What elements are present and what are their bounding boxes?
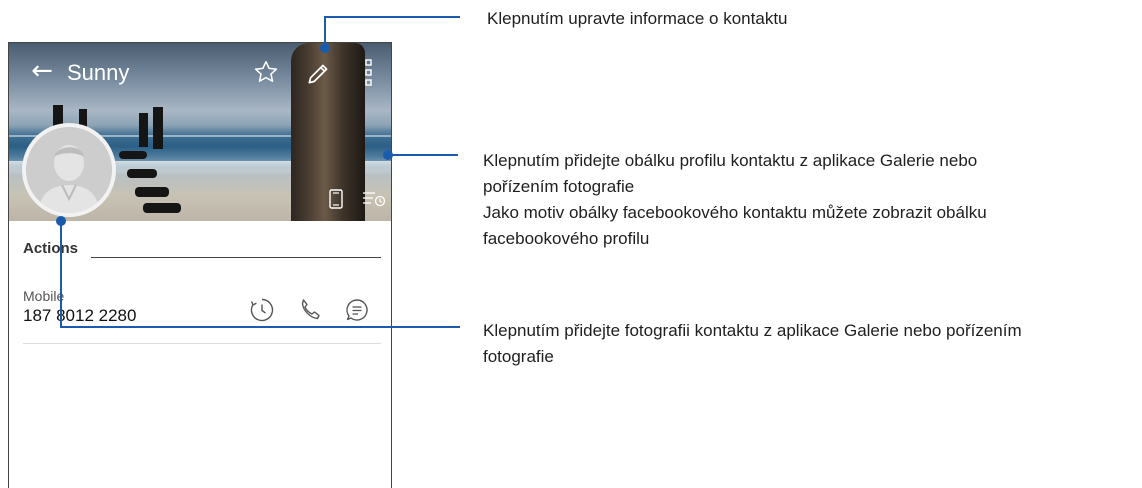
callout-photo-text: Klepnutím přidejte fotografii kontaktu z… (483, 318, 1022, 370)
callout-cover-line: Jako motiv obálky facebookového kontaktu… (483, 203, 987, 222)
phone-type-label: Mobile (23, 288, 65, 304)
call-history-icon[interactable] (249, 297, 275, 323)
callout-cover-text: Klepnutím přidejte obálku profilu kontak… (483, 148, 987, 252)
phone-number[interactable]: 187 8012 2280 (23, 306, 136, 326)
callout-line-photo (60, 326, 460, 328)
more-vertical-icon[interactable] (363, 57, 375, 89)
callout-cover-line: Klepnutím přidejte obálku profilu kontak… (483, 151, 978, 170)
callout-photo-line: fotografie (483, 347, 554, 366)
phone-call-icon[interactable] (297, 297, 323, 323)
star-outline-icon[interactable] (253, 59, 279, 85)
list-history-icon[interactable] (361, 189, 387, 207)
callout-photo-line: Klepnutím přidejte fotografii kontaktu z… (483, 321, 1022, 340)
pier-post (153, 107, 163, 149)
section-title: Actions (23, 240, 79, 257)
message-icon[interactable] (344, 297, 370, 323)
callout-edit-line: Klepnutím upravte informace o kontaktu (487, 9, 788, 28)
arrow-left-icon[interactable]: ← (29, 57, 55, 85)
callout-line-photo (60, 222, 62, 328)
pier-post (127, 169, 157, 178)
default-person-icon (26, 127, 112, 213)
pier-post (135, 187, 169, 197)
callout-dot-edit (320, 43, 330, 53)
pencil-icon[interactable] (305, 61, 331, 87)
device-icon[interactable] (329, 189, 343, 209)
callout-edit-text: Klepnutím upravte informace o kontaktu (487, 6, 788, 32)
contact-detail-screen: ← Sunny Actions Mobile 187 8012 2280 (8, 42, 392, 488)
pier-post (119, 151, 147, 159)
callout-cover-line: facebookového profilu (483, 229, 650, 248)
callout-dot-photo (56, 216, 66, 226)
app-bar: ← Sunny (9, 43, 391, 103)
section-divider (91, 257, 381, 258)
callout-line-edit (324, 16, 460, 18)
pier-post (139, 113, 148, 147)
callout-cover-line: pořízením fotografie (483, 177, 635, 196)
contact-name: Sunny (67, 60, 130, 85)
callout-line-cover (388, 154, 458, 156)
callout-dot-cover (383, 150, 393, 160)
pier-post (143, 203, 181, 213)
contact-photo[interactable] (22, 123, 116, 217)
row-divider (23, 343, 381, 344)
